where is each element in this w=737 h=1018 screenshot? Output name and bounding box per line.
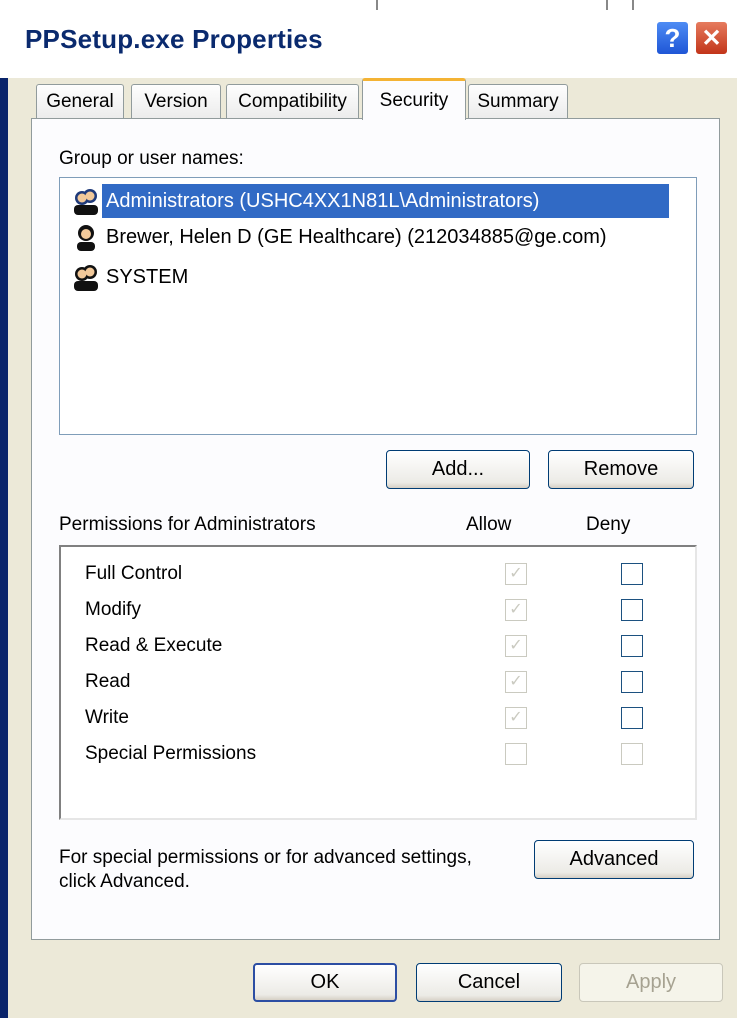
permissions-for-label: Permissions for Administrators <box>59 514 316 535</box>
permission-name: Full Control <box>85 563 183 584</box>
apply-button: Apply <box>579 963 723 1002</box>
title-bar[interactable]: PPSetup.exe Properties ? ✕ <box>0 0 737 78</box>
user-name: SYSTEM <box>106 265 189 288</box>
permission-row-modify: Modify ✓ <box>85 593 685 627</box>
allow-checkbox: ✓ <box>505 671 527 693</box>
permission-row-full-control: Full Control ✓ <box>85 557 685 591</box>
tab-label: Version <box>144 90 208 112</box>
deny-checkbox[interactable] <box>621 563 643 585</box>
allow-checkbox: ✓ <box>505 743 527 765</box>
tab-general[interactable]: General <box>36 84 124 118</box>
advanced-button[interactable]: Advanced <box>534 840 694 879</box>
deny-column-header: Deny <box>586 514 631 535</box>
window-title: PPSetup.exe Properties <box>25 24 323 54</box>
allow-checkbox: ✓ <box>505 707 527 729</box>
permission-row-read: Read ✓ <box>85 665 685 699</box>
permission-name: Modify <box>85 599 141 620</box>
tab-version[interactable]: Version <box>131 84 221 118</box>
permission-name: Read <box>85 671 131 692</box>
deny-checkbox[interactable] <box>621 707 643 729</box>
tab-compatibility[interactable]: Compatibility <box>226 84 359 118</box>
window-border <box>0 0 8 1018</box>
list-item-system[interactable]: SYSTEM <box>70 260 696 294</box>
advanced-note-line2: click Advanced. <box>59 871 190 892</box>
list-item-brewer[interactable]: Brewer, Helen D (GE Healthcare) (2120348… <box>70 220 696 254</box>
tab-security[interactable]: Security <box>362 78 466 120</box>
deny-checkbox[interactable] <box>621 635 643 657</box>
permission-row-read-execute: Read & Execute ✓ <box>85 629 685 663</box>
ok-button[interactable]: OK <box>253 963 397 1002</box>
help-icon: ? <box>664 22 681 53</box>
user-list[interactable]: Administrators (USHC4XX1N81L\Administrat… <box>59 177 697 435</box>
permission-name: Write <box>85 707 129 728</box>
tab-summary[interactable]: Summary <box>468 84 568 118</box>
cancel-button[interactable]: Cancel <box>416 963 562 1002</box>
user-name: Brewer, Helen D (GE Healthcare) (2120348… <box>106 225 607 248</box>
close-icon: ✕ <box>701 24 722 52</box>
deny-checkbox[interactable] <box>621 671 643 693</box>
permission-name: Special Permissions <box>85 743 257 764</box>
allow-checkbox: ✓ <box>505 563 527 585</box>
remove-button[interactable]: Remove <box>548 450 694 489</box>
allow-checkbox: ✓ <box>505 635 527 657</box>
tab-label: Compatibility <box>238 90 347 112</box>
user-icon <box>77 225 95 251</box>
help-button[interactable]: ? <box>655 20 690 56</box>
allow-checkbox: ✓ <box>505 599 527 621</box>
advanced-note-line1: For special permissions or for advanced … <box>59 847 472 868</box>
tab-label: Security <box>379 89 449 111</box>
permissions-list[interactable]: Full Control ✓ Modify ✓ Read & Execute ✓… <box>59 545 697 820</box>
permission-row-write: Write ✓ <box>85 701 685 735</box>
user-name: Administrators (USHC4XX1N81L\Administrat… <box>102 184 670 218</box>
allow-column-header: Allow <box>466 514 512 535</box>
group-or-user-names-label: Group or user names: <box>59 148 244 169</box>
tab-label: Summary <box>477 90 559 112</box>
list-item-administrators[interactable]: Administrators (USHC4XX1N81L\Administrat… <box>70 184 696 218</box>
tab-label: General <box>46 90 114 112</box>
group-icon <box>74 265 98 291</box>
properties-dialog: PPSetup.exe Properties ? ✕ General Versi… <box>0 0 737 1018</box>
deny-checkbox <box>621 743 643 765</box>
group-icon <box>74 189 98 215</box>
deny-checkbox[interactable] <box>621 599 643 621</box>
add-button[interactable]: Add... <box>386 450 530 489</box>
permission-name: Read & Execute <box>85 635 223 656</box>
close-button[interactable]: ✕ <box>694 20 729 56</box>
permission-row-special: Special Permissions ✓ <box>85 737 685 771</box>
